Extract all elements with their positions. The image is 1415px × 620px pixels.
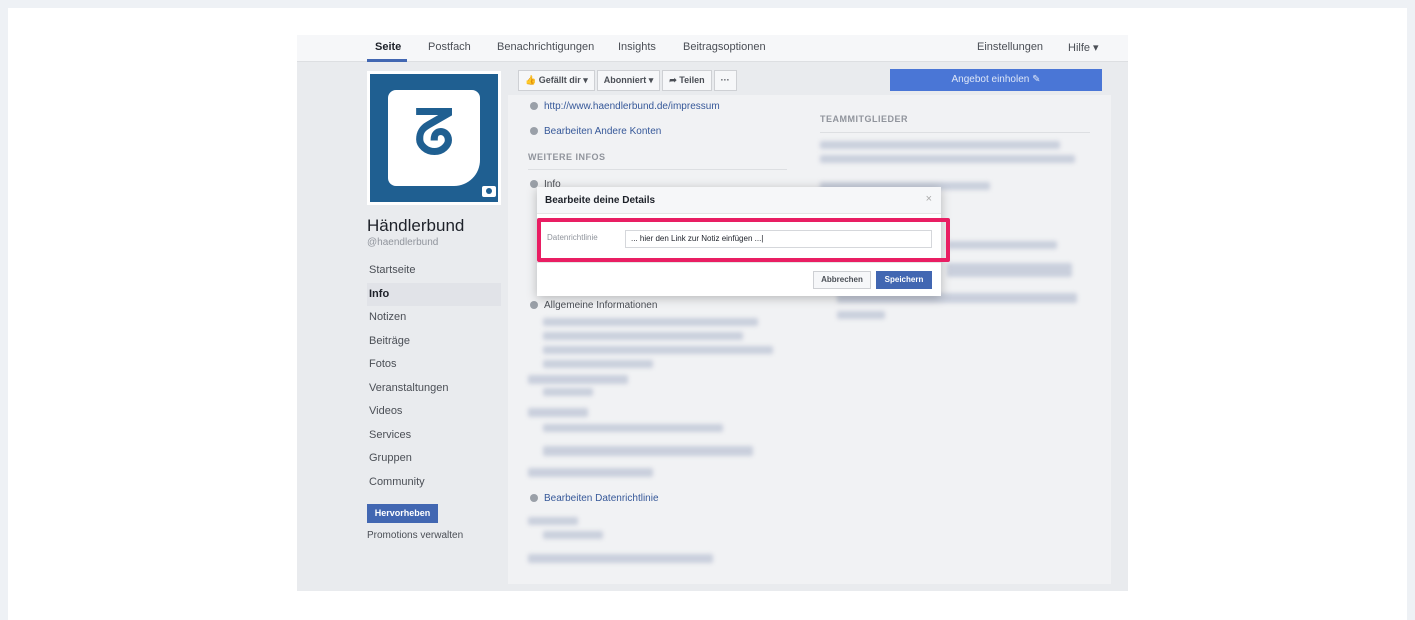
sidebar-item-videos[interactable]: Videos <box>367 400 501 424</box>
manage-promotions-link[interactable]: Promotions verwalten <box>367 530 463 541</box>
blurred-text <box>543 388 593 396</box>
logo-tile: ᘔ <box>388 90 480 186</box>
impressum-link-row[interactable]: http://www.haendlerbund.de/impressum <box>530 101 720 112</box>
blurred-text <box>820 141 1060 149</box>
page-action-bar: 👍 Gefällt dir ▾ Abonniert ▾ ➦ Teilen ··· <box>518 70 737 91</box>
facebook-page-screenshot: Seite Postfach Benachrichtigungen Insigh… <box>297 35 1128 591</box>
share-button[interactable]: ➦ Teilen <box>662 70 712 91</box>
blurred-text <box>543 424 723 432</box>
liked-button[interactable]: 👍 Gefällt dir ▾ <box>518 70 595 91</box>
sidebar-item-gruppen[interactable]: Gruppen <box>367 447 501 471</box>
blurred-text <box>528 375 628 384</box>
globe-icon <box>530 102 538 110</box>
page-top-nav: Seite Postfach Benachrichtigungen Insigh… <box>297 35 1128 62</box>
blurred-text <box>543 531 603 539</box>
accounts-icon <box>530 127 538 135</box>
blurred-text <box>543 346 773 354</box>
blurred-text <box>543 446 753 456</box>
edit-privacy-link[interactable]: Bearbeiten Datenrichtlinie <box>544 493 659 504</box>
boost-button[interactable]: Hervorheben <box>367 504 438 523</box>
blurred-text <box>528 468 653 477</box>
more-info-heading: WEITERE INFOS <box>528 152 606 162</box>
info-icon <box>530 301 538 309</box>
page-handle: @haendlerbund <box>367 237 439 248</box>
edit-accounts-link[interactable]: Bearbeiten Andere Konten <box>544 126 661 137</box>
page-sidenav: Startseite Info Notizen Beiträge Fotos V… <box>367 259 501 494</box>
sidebar-item-beitraege[interactable]: Beiträge <box>367 330 501 354</box>
sidebar-item-notizen[interactable]: Notizen <box>367 306 501 330</box>
blurred-text <box>543 360 653 368</box>
divider <box>820 132 1090 133</box>
more-options-button[interactable]: ··· <box>713 70 737 91</box>
blurred-text <box>528 517 578 525</box>
tab-benachrichtigungen[interactable]: Benachrichtigungen <box>497 41 594 53</box>
blurred-text <box>528 408 588 417</box>
highlight-frame <box>537 218 950 262</box>
edit-privacy-row[interactable]: Bearbeiten Datenrichtlinie <box>530 493 659 504</box>
settings-link[interactable]: Einstellungen <box>977 41 1043 53</box>
cancel-button[interactable]: Abbrechen <box>813 271 871 289</box>
sidebar-item-veranstaltungen[interactable]: Veranstaltungen <box>367 377 501 401</box>
blurred-text <box>543 332 743 340</box>
blurred-text <box>820 155 1075 163</box>
blurred-text <box>947 241 1057 249</box>
blurred-text <box>947 263 1072 277</box>
profile-picture[interactable]: ᘔ <box>367 71 501 205</box>
tab-beitragsoptionen[interactable]: Beitragsoptionen <box>683 41 766 53</box>
shield-icon <box>530 494 538 502</box>
tab-postfach[interactable]: Postfach <box>428 41 471 53</box>
tab-seite[interactable]: Seite <box>375 41 401 53</box>
camera-icon[interactable] <box>482 186 496 197</box>
dialog-footer: Abbrechen Speichern <box>537 262 941 296</box>
general-info-row: Allgemeine Informationen <box>530 300 657 311</box>
haendlerbund-logo-icon: ᘔ <box>413 96 455 169</box>
help-menu[interactable]: Hilfe ▾ <box>1068 41 1099 54</box>
divider <box>528 169 787 170</box>
blurred-text <box>543 318 758 326</box>
sidebar-item-info[interactable]: Info <box>367 282 501 306</box>
active-tab-indicator <box>367 59 407 62</box>
following-button[interactable]: Abonniert ▾ <box>596 70 661 91</box>
general-info-label: Allgemeine Informationen <box>544 300 658 311</box>
dialog-title: Bearbeite deine Details <box>545 195 656 206</box>
sidebar-item-fotos[interactable]: Fotos <box>367 353 501 377</box>
save-button[interactable]: Speichern <box>876 271 932 289</box>
team-members-heading: TEAMMITGLIEDER <box>820 114 908 124</box>
page-name: Händlerbund <box>367 216 465 235</box>
close-icon[interactable]: × <box>926 193 932 205</box>
edit-accounts-row[interactable]: Bearbeiten Andere Konten <box>530 126 661 137</box>
sidebar-item-startseite[interactable]: Startseite <box>367 259 501 283</box>
impressum-link[interactable]: http://www.haendlerbund.de/impressum <box>544 101 720 112</box>
sidebar-item-services[interactable]: Services <box>367 424 501 448</box>
request-offer-button[interactable]: Angebot einholen ✎ <box>890 69 1102 91</box>
dialog-header: Bearbeite deine Details × <box>537 187 941 214</box>
blurred-text <box>837 311 885 319</box>
blurred-text <box>528 554 713 563</box>
sidebar-item-community[interactable]: Community <box>367 471 501 495</box>
tab-insights[interactable]: Insights <box>618 41 656 53</box>
